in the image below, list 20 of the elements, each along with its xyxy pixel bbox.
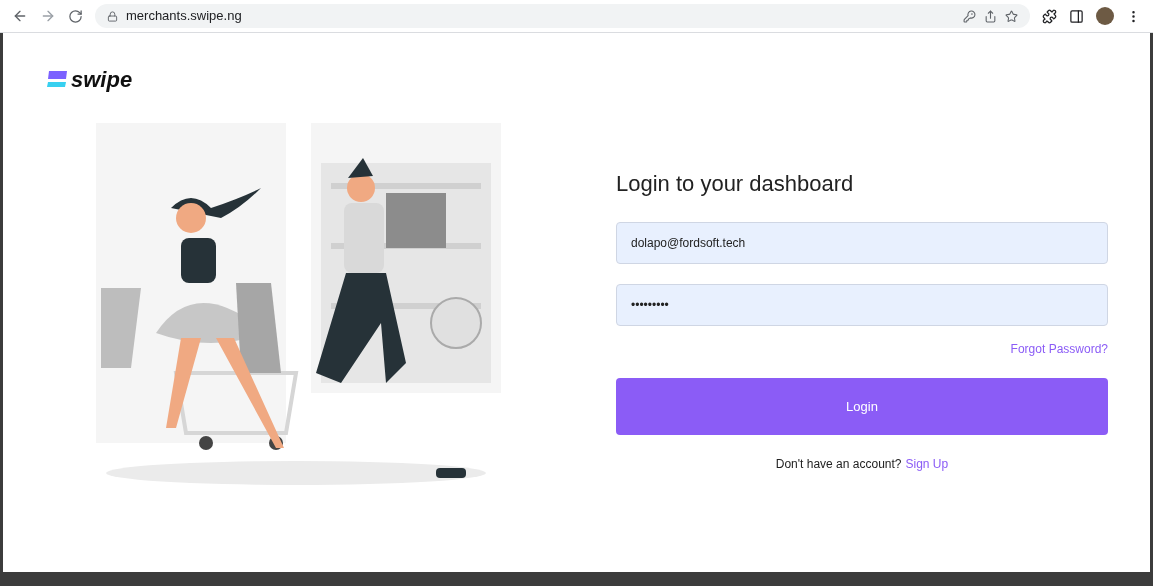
forgot-password-link[interactable]: Forgot Password? (1010, 340, 1108, 358)
lock-icon (107, 10, 118, 22)
login-button[interactable]: Login (616, 378, 1108, 435)
key-icon[interactable] (963, 9, 976, 23)
signup-link[interactable]: Sign Up (905, 455, 949, 473)
logo-text: swipe (71, 69, 133, 91)
side-panel-icon[interactable] (1069, 8, 1084, 24)
extensions-icon[interactable] (1042, 8, 1057, 24)
share-icon[interactable] (984, 9, 997, 23)
profile-avatar[interactable] (1096, 7, 1114, 25)
url-text: merchants.swipe.ng (126, 7, 242, 26)
reload-icon[interactable] (68, 8, 83, 24)
signup-prompt: Don't have an account? (775, 456, 902, 473)
back-icon[interactable] (12, 8, 28, 24)
login-title: Login to your dashboard (616, 170, 855, 198)
bookmark-star-icon[interactable] (1005, 9, 1018, 23)
password-field[interactable]: ••••••••• (616, 284, 1108, 326)
address-bar[interactable]: merchants.swipe.ng (95, 4, 1030, 28)
email-field[interactable]: dolapo@fordsoft.tech (616, 222, 1108, 264)
logo-icon (47, 71, 67, 89)
